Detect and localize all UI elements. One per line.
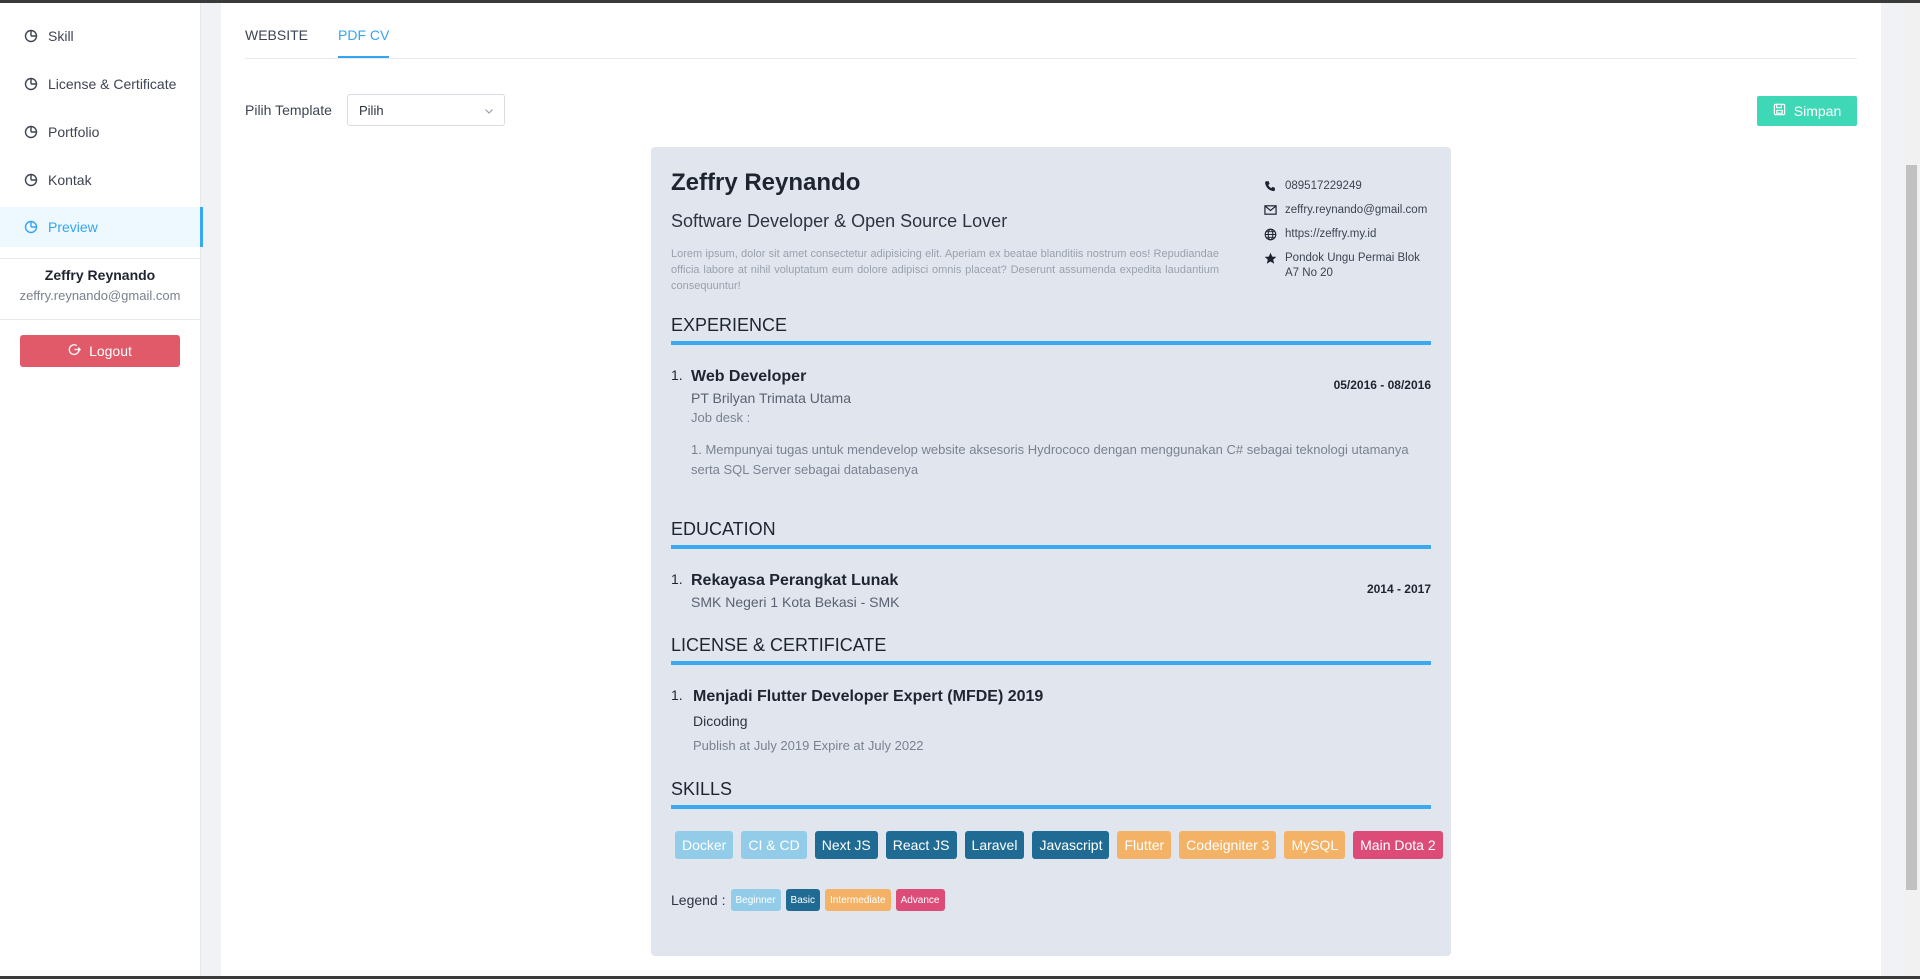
user-card: Zeffry Reynando zeffry.reynando@gmail.co…: [0, 258, 200, 320]
license-divider: [671, 661, 1431, 665]
sidebar-item-label: Portfolio: [48, 124, 100, 140]
skills-list: Docker CI & CD Next JS React JS Laravel Javas…: [675, 831, 1443, 859]
legend-label: Legend :: [671, 892, 726, 908]
education-item-number: 1.: [671, 571, 683, 587]
template-label: Pilih Template: [245, 102, 332, 118]
skill-badge: Next JS: [814, 831, 878, 859]
contact-phone-text: 089517229249: [1285, 180, 1362, 192]
experience-date: 05/2016 - 08/2016: [1333, 378, 1431, 392]
experience-divider: [671, 341, 1431, 345]
experience-item-number: 1.: [671, 367, 683, 383]
tab-bar: WEBSITE PDF CV: [245, 3, 1857, 59]
save-button[interactable]: Simpan: [1757, 96, 1857, 126]
legend-badge: Beginner: [730, 889, 781, 911]
user-name: Zeffry Reynando: [44, 267, 156, 283]
user-email: zeffry.reynando@gmail.com: [19, 288, 181, 303]
template-select[interactable]: Pilih: [347, 94, 505, 126]
legend-badge: Basic: [785, 889, 820, 911]
tab-website[interactable]: WEBSITE: [245, 27, 308, 56]
sidebar-item-label: Kontak: [48, 172, 92, 188]
education-heading: EDUCATION: [671, 519, 776, 539]
envelope-icon: [1263, 203, 1277, 217]
skill-badge: Flutter: [1117, 831, 1172, 859]
pie-chart-icon: [24, 29, 38, 43]
experience-company: PT Brilyan Trimata Utama: [691, 390, 852, 406]
contact-website-text: https://zeffry.my.id: [1285, 228, 1377, 240]
license-heading: LICENSE & CERTIFICATE: [671, 635, 887, 655]
license-item-number: 1.: [671, 687, 683, 703]
skill-badge: React JS: [885, 831, 957, 859]
skills-legend: Legend : Beginner Basic Intermediate Advanc…: [671, 889, 945, 911]
pie-chart-icon: [24, 173, 38, 187]
sidebar-item-portfolio[interactable]: Portfolio: [0, 112, 200, 152]
globe-icon: [1263, 227, 1277, 241]
skill-badge: Docker: [675, 831, 734, 859]
sidebar-item-license-certificate[interactable]: License & Certificate: [0, 64, 200, 104]
cv-preview: Zeffry Reynando Software Developer & Ope…: [651, 147, 1451, 956]
license-issuer: Dicoding: [693, 713, 748, 729]
pie-chart-icon: [24, 77, 38, 91]
sidebar: Skill License & Certificate Portfolio Ko…: [0, 3, 203, 976]
pie-chart-icon: [24, 125, 38, 139]
sidebar-item-kontak[interactable]: Kontak: [0, 160, 200, 200]
sidebar-item-skill[interactable]: Skill: [0, 16, 200, 56]
main-panel: WEBSITE PDF CV Pilih Template Pilih Simp…: [221, 3, 1881, 976]
experience-heading: EXPERIENCE: [671, 315, 788, 335]
skill-badge: Laravel: [964, 831, 1025, 859]
skills-divider: [671, 805, 1431, 809]
template-selected-value: Pilih: [359, 102, 384, 118]
skill-badge: Codeigniter 3: [1179, 831, 1277, 859]
license-name: Menjadi Flutter Developer Expert (MFDE) …: [693, 688, 1044, 705]
pie-chart-icon: [24, 220, 38, 234]
skills-heading: SKILLS: [671, 779, 733, 799]
chevron-down-icon: [484, 104, 494, 119]
education-school: SMK Negeri 1 Kota Bekasi - SMK: [691, 594, 900, 610]
sidebar-item-label: Skill: [48, 28, 74, 44]
skill-badge: Main Dota 2: [1353, 831, 1443, 859]
tab-pdf-cv[interactable]: PDF CV: [338, 27, 390, 58]
experience-job-label: Job desk :: [691, 410, 751, 425]
logout-label: Logout: [89, 343, 132, 359]
contact-website: https://zeffry.my.id: [1263, 227, 1435, 242]
sidebar-item-label: Preview: [48, 219, 98, 235]
sidebar-item-preview[interactable]: Preview: [0, 207, 203, 247]
skill-badge: CI & CD: [741, 831, 807, 859]
contact-address-text: Pondok Ungu Permai Blok A7 No 20: [1285, 252, 1420, 279]
experience-role: Web Developer: [691, 368, 807, 385]
star-icon: [1263, 251, 1277, 265]
cv-headline: Software Developer & Open Source Lover: [671, 211, 1008, 231]
logout-button[interactable]: Logout: [20, 335, 180, 367]
scrollbar-thumb[interactable]: [1906, 165, 1917, 890]
skill-badge: MySQL: [1284, 831, 1346, 859]
logout-icon: [68, 343, 82, 359]
contact-phone: 089517229249: [1263, 179, 1435, 194]
legend-badge: Advance: [895, 889, 945, 911]
contact-address: Pondok Ungu Permai Blok A7 No 20: [1263, 251, 1435, 281]
cv-summary: Lorem ipsum, dolor sit amet consectetur …: [671, 248, 1219, 292]
skill-badge: Javascript: [1032, 831, 1110, 859]
education-major: Rekayasa Perangkat Lunak: [691, 572, 899, 589]
contact-email: zeffry.reynando@gmail.com: [1263, 203, 1435, 218]
save-icon: [1773, 103, 1786, 119]
cv-name: Zeffry Reynando: [671, 169, 861, 196]
save-label: Simpan: [1793, 103, 1842, 119]
phone-icon: [1263, 179, 1277, 193]
contact-email-text: zeffry.reynando@gmail.com: [1285, 204, 1428, 216]
sidebar-item-label: License & Certificate: [48, 76, 177, 92]
license-validity: Publish at July 2019 Expire at July 2022: [693, 738, 924, 753]
education-divider: [671, 545, 1431, 549]
legend-badge: Intermediate: [824, 889, 891, 911]
education-date: 2014 - 2017: [1366, 582, 1431, 596]
experience-job-description: 1. Mempunyai tugas untuk mendevelop webs…: [691, 442, 1409, 477]
